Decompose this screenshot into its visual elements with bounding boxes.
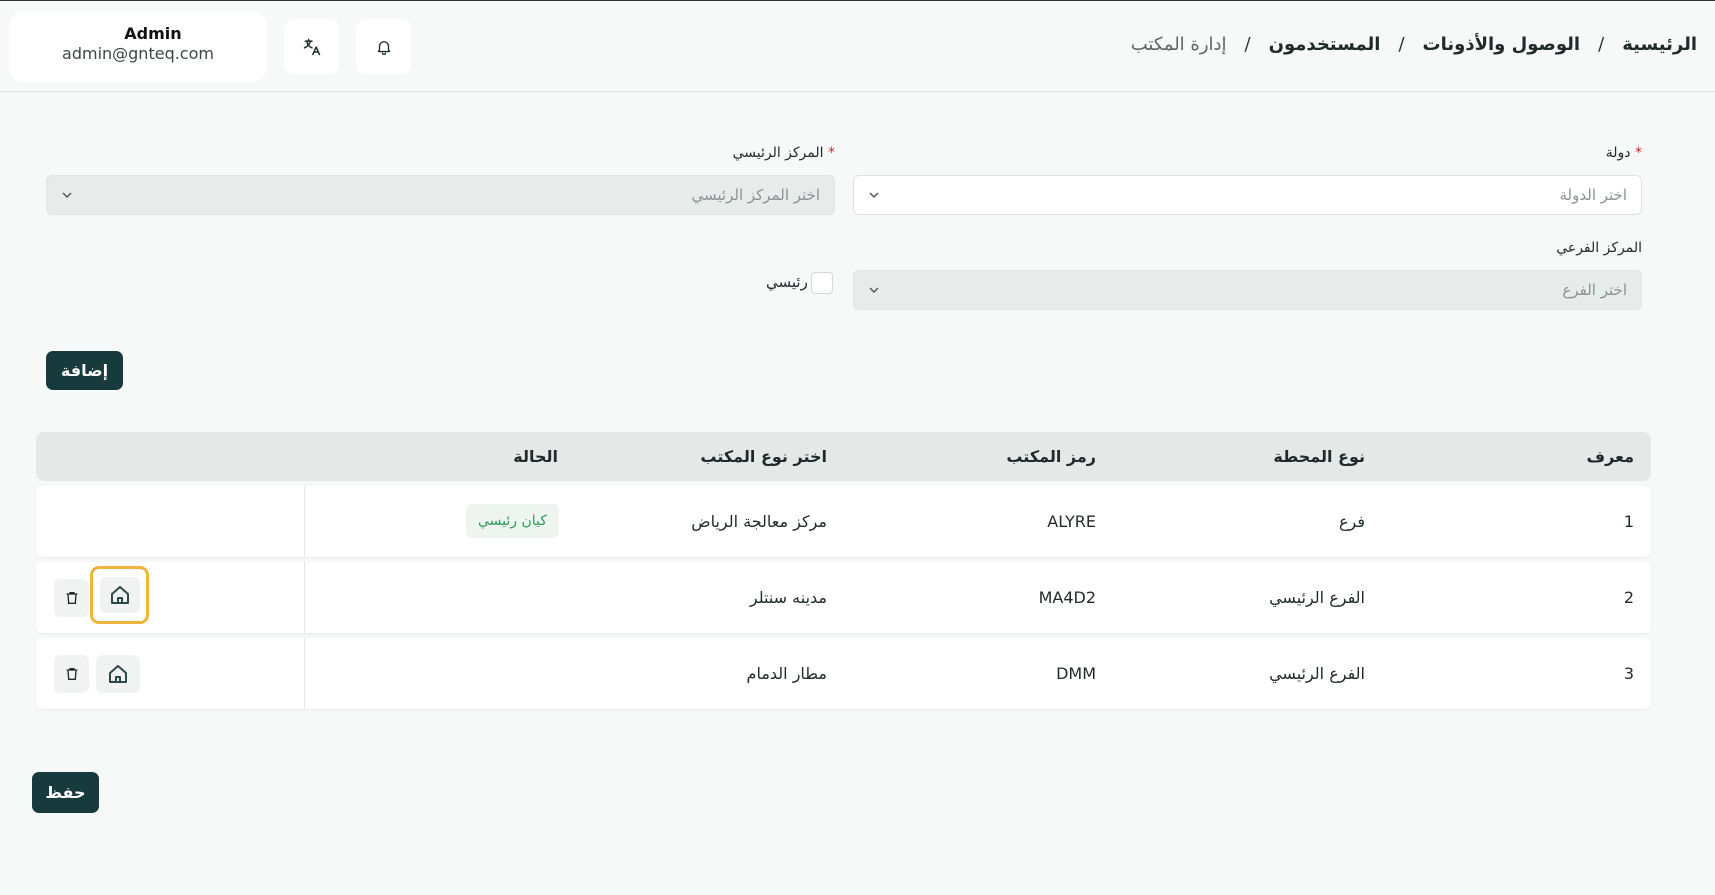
breadcrumb: الرئيسية / الوصول والأذونات / المستخدمون… — [1131, 34, 1697, 55]
breadcrumb-access[interactable]: الوصول والأذونات — [1423, 34, 1581, 55]
set-main-button[interactable] — [90, 566, 149, 624]
cell-station-type: الفرع الرئيسي — [1269, 664, 1365, 683]
chevron-down-icon — [62, 192, 72, 199]
breadcrumb-current: إدارة المكتب — [1130, 34, 1227, 55]
main-checkbox-label: رئيسي — [766, 273, 808, 291]
column-divider — [304, 486, 305, 557]
breadcrumb-home[interactable]: الرئيسية — [1622, 34, 1697, 55]
cell-office-type: مطار الدمام — [746, 664, 827, 683]
sub-center-label: المركز الفرعي — [1556, 240, 1642, 256]
column-header-id: معرف — [1586, 447, 1634, 466]
table-row: 3 الفرع الرئيسي DMM مطار الدمام — [36, 638, 1651, 709]
cell-office-type: مركز معالجة الرياض — [691, 512, 827, 531]
chevron-down-icon — [869, 192, 879, 199]
delete-button[interactable] — [54, 655, 89, 693]
cell-station-type: الفرع الرئيسي — [1269, 588, 1365, 607]
table-row: 2 الفرع الرئيسي MA4D2 مدينه سنتلر — [36, 562, 1651, 633]
breadcrumb-separator: / — [1598, 34, 1605, 55]
cell-id: 2 — [1623, 588, 1634, 607]
table-row: 1 فرع ALYRE مركز معالجة الرياض كيان رئيس… — [36, 486, 1651, 557]
cell-office-type: مدينه سنتلر — [749, 588, 827, 607]
save-button[interactable]: حفظ — [32, 772, 99, 813]
breadcrumb-separator: / — [1398, 34, 1405, 55]
breadcrumb-users[interactable]: المستخدمون — [1269, 34, 1381, 55]
language-button[interactable] — [284, 19, 339, 74]
sub-center-select[interactable]: اختر الفرع — [853, 270, 1642, 310]
table-header: معرف نوع المحطة رمز المكتب اختر نوع المك… — [36, 432, 1651, 481]
country-select[interactable]: اختر الدولة — [853, 175, 1642, 215]
country-label: * دولة — [1605, 145, 1642, 161]
home-icon — [110, 586, 129, 604]
user-profile-card[interactable]: Admin admin@gnteq.com — [9, 12, 267, 82]
delete-button[interactable] — [54, 579, 89, 617]
column-header-office-code: رمز المكتب — [1006, 447, 1096, 466]
chevron-down-icon — [869, 287, 879, 294]
cell-station-type: فرع — [1338, 512, 1365, 531]
set-main-button[interactable] — [96, 655, 140, 693]
main-center-select-value: اختر المركز الرئيسي — [691, 186, 820, 204]
translate-icon — [303, 38, 320, 55]
sub-center-select-value: اختر الفرع — [1562, 281, 1627, 299]
column-divider — [304, 562, 305, 633]
column-divider — [304, 638, 305, 709]
notifications-button[interactable] — [356, 19, 411, 74]
country-select-value: اختر الدولة — [1559, 186, 1627, 204]
column-header-status: الحالة — [513, 447, 558, 466]
cell-office-code: ALYRE — [1047, 512, 1096, 531]
cell-office-code: MA4D2 — [1038, 588, 1096, 607]
add-button[interactable]: إضافة — [46, 351, 123, 390]
home-icon — [109, 665, 127, 683]
cell-id: 3 — [1623, 664, 1634, 683]
bell-icon — [377, 40, 390, 55]
user-email: admin@gnteq.com — [62, 44, 214, 63]
cell-office-code: DMM — [1056, 664, 1096, 683]
user-name: Admin — [124, 24, 182, 43]
trash-icon — [66, 592, 77, 604]
main-checkbox[interactable] — [811, 272, 833, 294]
status-badge: كيان رئيسي — [466, 504, 559, 538]
breadcrumb-separator: / — [1244, 34, 1251, 55]
top-header: Admin admin@gnteq.com الرئيسية / الوصول … — [0, 1, 1715, 92]
trash-icon — [66, 668, 77, 680]
column-header-station-type: نوع المحطة — [1273, 447, 1365, 466]
main-center-select[interactable]: اختر المركز الرئيسي — [46, 175, 835, 215]
cell-id: 1 — [1623, 512, 1634, 531]
main-center-label: * المركز الرئيسي — [732, 145, 835, 161]
column-header-office-type: اختر نوع المكتب — [700, 447, 827, 466]
